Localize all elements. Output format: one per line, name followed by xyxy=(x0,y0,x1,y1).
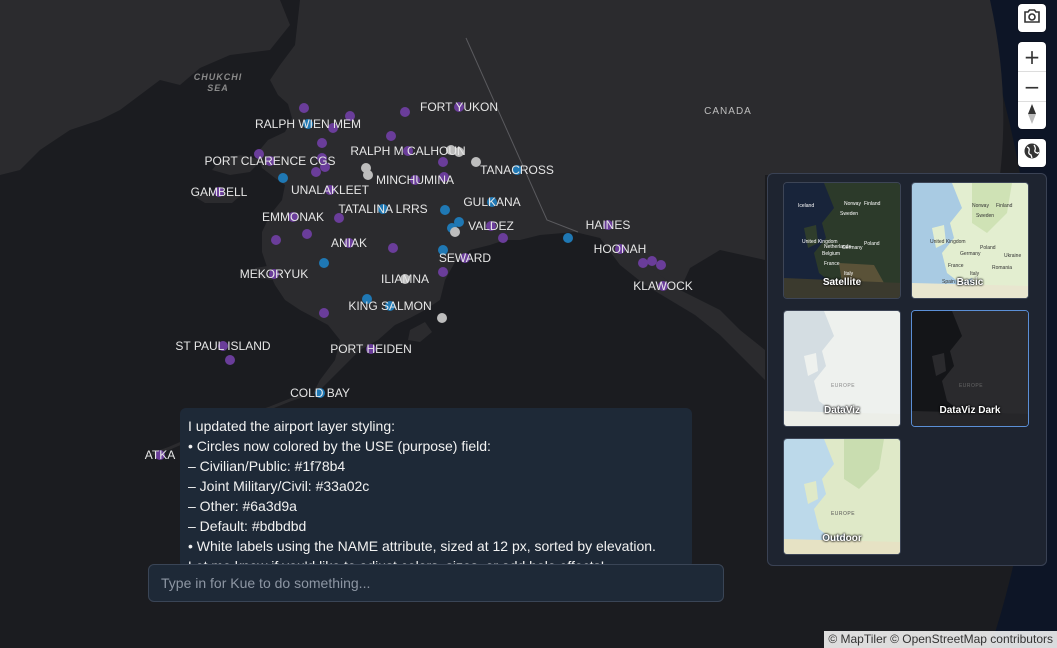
map-style-panel: Iceland Norway Sweden Finland United Kin… xyxy=(767,173,1047,566)
message-line: – Joint Military/Civil: #33a02c xyxy=(188,478,370,494)
sea-label-line2: SEA xyxy=(207,83,229,93)
style-tile-basic[interactable]: Norway Sweden Finland United Kingdom Pol… xyxy=(911,182,1029,299)
assistant-message: I updated the airport layer styling: • C… xyxy=(180,408,692,568)
compass-button[interactable] xyxy=(1018,102,1046,129)
airport-label: ANIAK xyxy=(331,236,367,250)
style-tile-dataviz[interactable]: EUROPE DataViz xyxy=(783,310,901,427)
zoom-out-button[interactable]: − xyxy=(1018,72,1046,102)
style-switcher-button[interactable] xyxy=(1018,139,1046,167)
airport-label: UNALAKLEET xyxy=(291,183,370,197)
message-line: – Default: #bdbdbd xyxy=(188,518,307,534)
style-tile-label: DataViz Dark xyxy=(939,405,1001,416)
style-tile-label: Satellite xyxy=(822,277,862,288)
airport-label: HAINES xyxy=(586,218,631,232)
message-line: • White labels using the NAME attribute,… xyxy=(188,538,656,554)
screenshot-button[interactable] xyxy=(1018,4,1046,32)
airport-label: MINCHUMINA xyxy=(376,173,454,187)
sea-label-line1: CHUKCHI xyxy=(194,72,243,82)
outdoor-europe-label: EUROPE xyxy=(831,511,855,517)
message-line: • Circles now colored by the USE (purpos… xyxy=(188,438,491,454)
chat-input-placeholder: Type in for Kue to do something... xyxy=(161,575,371,591)
airport-label: RALPH WIEN MEM xyxy=(255,117,361,131)
basic-place-romania: Romania xyxy=(992,265,1012,271)
style-tile-dataviz-dark[interactable]: EUROPE DataViz Dark xyxy=(911,310,1029,427)
airport-label: COLD BAY xyxy=(290,386,350,400)
camera-icon xyxy=(1023,8,1041,29)
compass-icon xyxy=(1027,103,1037,129)
map-attribution[interactable]: © MapTiler © OpenStreetMap contributors xyxy=(824,631,1057,648)
country-label: CANADA xyxy=(704,106,752,117)
airport-label: FORT YUKON xyxy=(420,100,498,114)
airport-label: KING SALMON xyxy=(348,299,431,313)
airport-label: PORT HEIDEN xyxy=(330,342,412,356)
basic-place-finland: Finland xyxy=(996,203,1013,209)
sat-place-poland: Poland xyxy=(864,241,880,247)
sat-place-iceland: Iceland xyxy=(798,203,814,209)
airport-label: ATKA xyxy=(145,448,175,462)
airport-label: RALPH M CALHOUN xyxy=(350,144,465,158)
style-tile-label: DataViz xyxy=(824,405,860,416)
basic-place-norway: Norway xyxy=(972,203,989,209)
airport-label: KLAWOCK xyxy=(633,279,693,293)
style-tile-label: Outdoor xyxy=(822,533,862,544)
sat-place-finland: Finland xyxy=(864,201,881,207)
dataviz-dark-europe-label: EUROPE xyxy=(959,383,983,389)
message-line: I updated the airport layer styling: xyxy=(188,418,396,434)
zoom-controls: + − xyxy=(1018,42,1046,129)
zoom-in-button[interactable]: + xyxy=(1018,42,1046,72)
chat-input[interactable]: Type in for Kue to do something... xyxy=(148,564,724,602)
airport-label: ST PAUL ISLAND xyxy=(175,339,270,353)
sat-place-france: France xyxy=(824,261,840,267)
airport-label: PORT CLARENCE CGS xyxy=(205,154,336,168)
airport-label: VALDEZ xyxy=(468,219,514,233)
message-line: – Other: #6a3d9a xyxy=(188,498,297,514)
basic-place-france: France xyxy=(948,263,964,269)
globe-icon xyxy=(1023,142,1041,165)
basic-place-poland: Poland xyxy=(980,245,996,251)
sat-place-sweden: Sweden xyxy=(840,211,858,217)
basic-place-uk: United Kingdom xyxy=(930,239,966,245)
basic-place-sweden: Sweden xyxy=(976,213,994,219)
airport-label: MEKORYUK xyxy=(240,267,308,281)
airport-label: HOONAH xyxy=(594,242,647,256)
message-line: – Civilian/Public: #1f78b4 xyxy=(188,458,346,474)
airport-label: TATALINA LRRS xyxy=(338,202,427,216)
airport-label: EMMONAK xyxy=(262,210,324,224)
airport-label: TANACROSS xyxy=(480,163,554,177)
style-tile-label: Basic xyxy=(956,277,984,288)
style-tile-satellite[interactable]: Iceland Norway Sweden Finland United Kin… xyxy=(783,182,901,299)
airport-label: ILIAMNA xyxy=(381,272,429,286)
style-tile-outdoor[interactable]: EUROPE Outdoor xyxy=(783,438,901,555)
sat-place-norway: Norway xyxy=(844,201,861,207)
basic-place-ukraine: Ukraine xyxy=(1004,253,1021,259)
airport-label: GAMBELL xyxy=(191,185,248,199)
dataviz-europe-label: EUROPE xyxy=(831,383,855,389)
airport-label: GULKANA xyxy=(463,195,520,209)
sat-place-germany: Germany xyxy=(842,245,863,251)
basic-place-germany: Germany xyxy=(960,251,981,257)
sat-place-belgium: Belgium xyxy=(822,251,840,257)
airport-label: SEWARD xyxy=(439,251,492,265)
